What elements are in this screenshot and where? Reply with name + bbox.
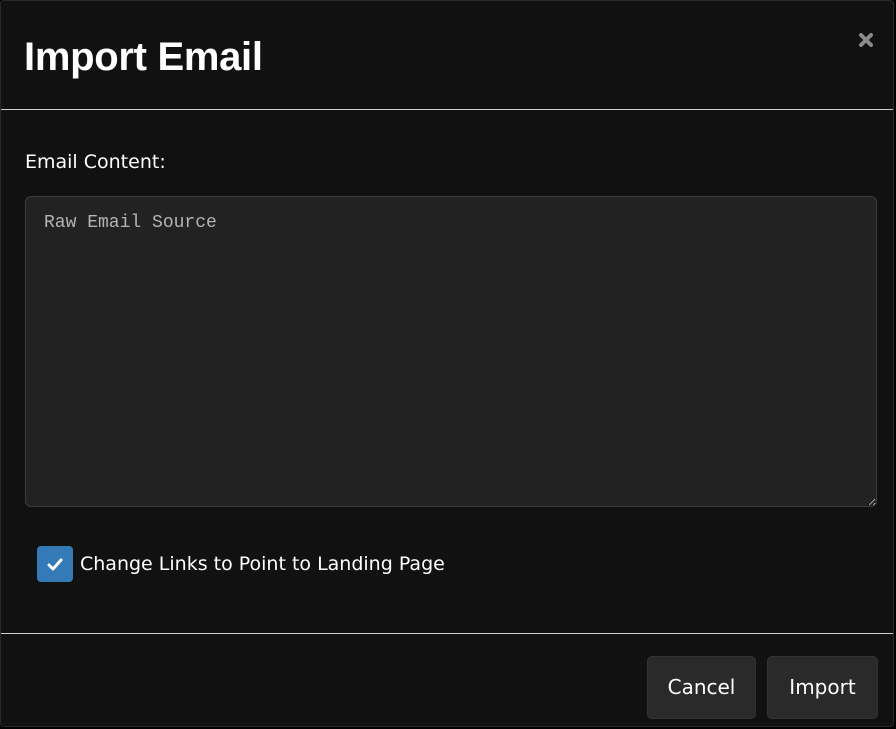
email-content-label: Email Content: <box>25 151 166 173</box>
modal-footer: Cancel Import <box>1 633 893 726</box>
raw-email-source-textarea[interactable] <box>25 196 877 507</box>
import-email-modal: Import Email Email Content: Change Links… <box>0 0 894 727</box>
modal-header: Import Email <box>1 1 893 110</box>
change-links-checkbox-row[interactable]: Change Links to Point to Landing Page <box>37 546 445 582</box>
modal-title: Import Email <box>24 35 263 79</box>
close-icon <box>859 33 873 47</box>
import-button[interactable]: Import <box>767 656 878 719</box>
close-button[interactable] <box>855 27 877 53</box>
cancel-button[interactable]: Cancel <box>647 656 756 719</box>
change-links-checkbox[interactable] <box>37 546 73 582</box>
checkmark-icon <box>47 558 63 570</box>
change-links-label: Change Links to Point to Landing Page <box>80 553 445 575</box>
